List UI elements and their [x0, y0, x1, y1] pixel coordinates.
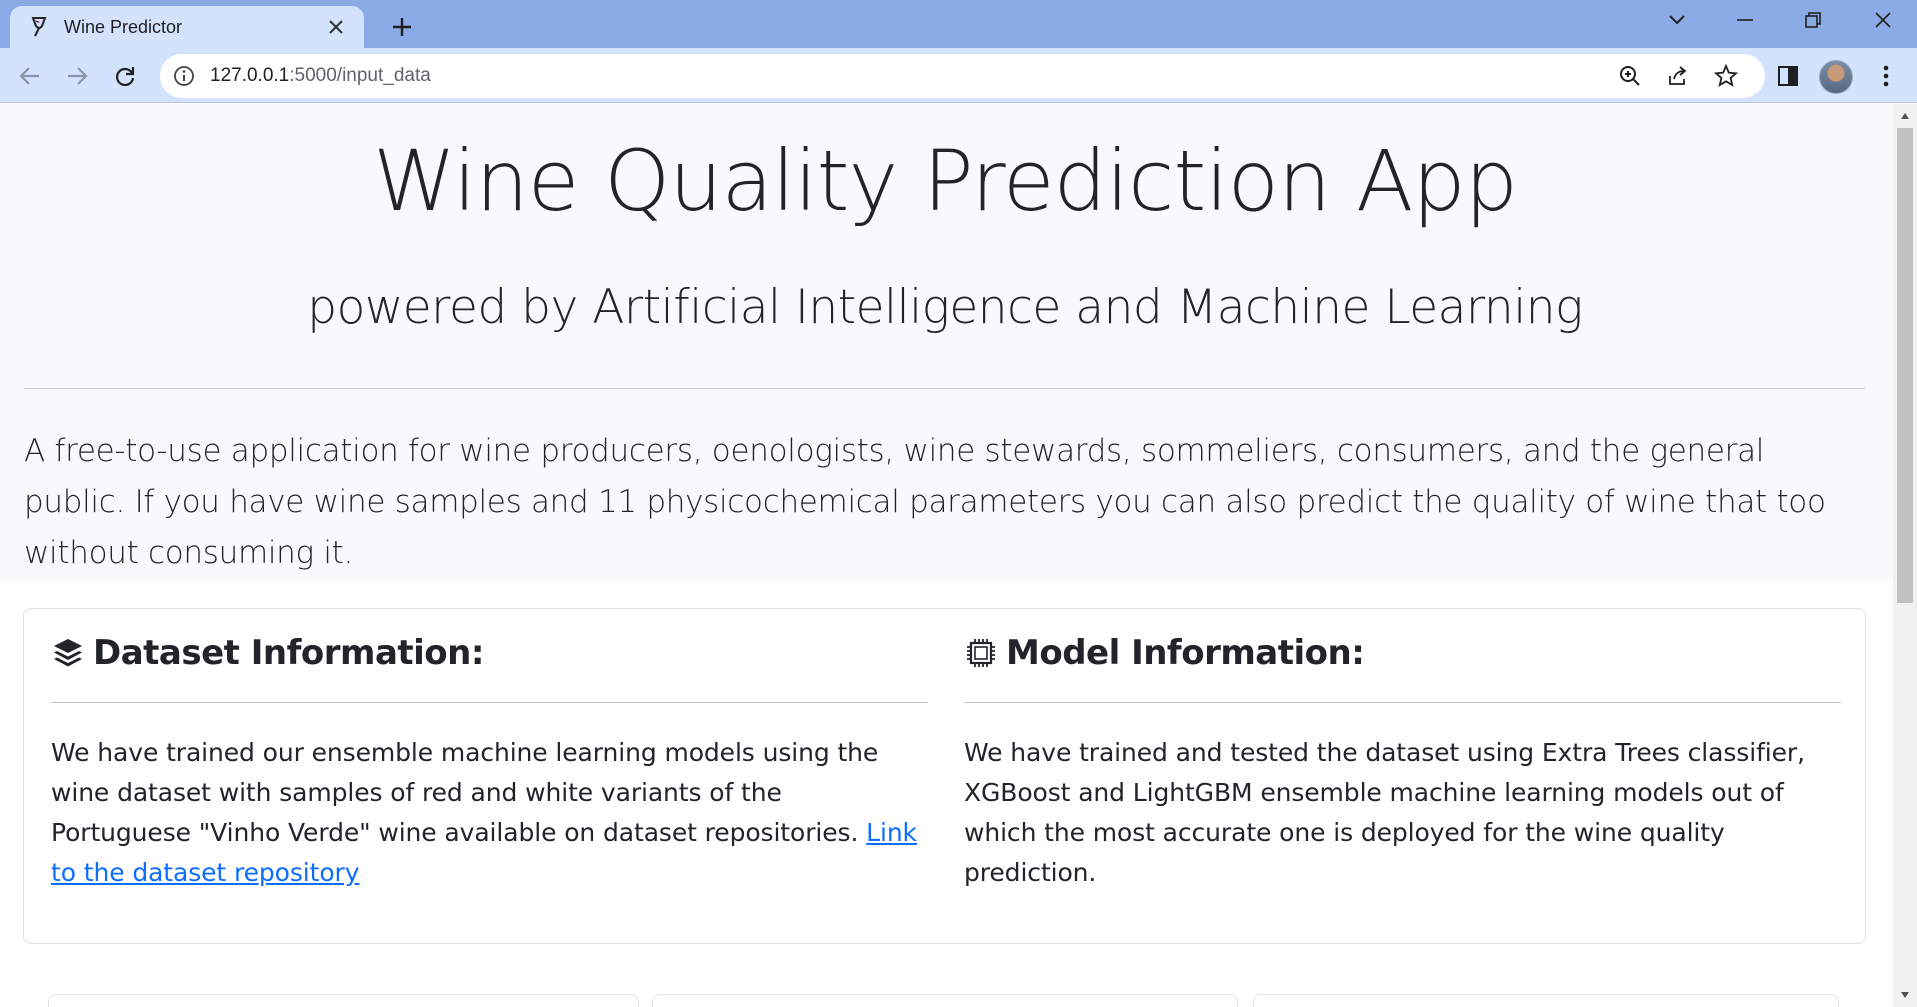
page-subtitle: powered by Artificial Intelligence and M… — [307, 280, 1583, 335]
share-icon[interactable] — [1664, 62, 1692, 90]
url-path: :5000/input_data — [289, 65, 431, 86]
back-arrow-icon[interactable] — [12, 58, 48, 94]
dataset-info-header: Dataset Information: — [51, 633, 484, 673]
minimize-window-icon[interactable] — [1720, 0, 1770, 40]
model-info-header: Model Information: — [964, 633, 1365, 673]
browser-tab-strip: Wine Predictor — [0, 0, 1917, 48]
url-text[interactable]: 127.0.0.1:5000/input_data — [210, 65, 431, 87]
bookmark-star-icon[interactable] — [1712, 62, 1740, 90]
scroll-down-arrow-icon[interactable] — [1893, 987, 1917, 1003]
page-viewport: Wine Quality Prediction App powered by A… — [0, 104, 1893, 1007]
page-title: Wine Quality Prediction App — [372, 132, 1518, 230]
scrollbar-thumb[interactable] — [1897, 128, 1913, 603]
close-window-icon[interactable] — [1858, 0, 1908, 40]
layers-icon — [51, 636, 85, 670]
input-card-2 — [652, 994, 1238, 1007]
close-tab-icon[interactable] — [322, 13, 350, 41]
tab-search-chevron-down-icon[interactable] — [1652, 0, 1702, 40]
dataset-info-text: We have trained our ensemble machine lea… — [51, 733, 928, 893]
forward-arrow-icon[interactable] — [59, 58, 95, 94]
side-panel-icon[interactable] — [1770, 58, 1806, 94]
cpu-chip-icon — [964, 636, 998, 670]
profile-avatar[interactable] — [1819, 60, 1853, 94]
address-bar[interactable]: 127.0.0.1:5000/input_data — [160, 54, 1765, 98]
model-info-body: We have trained and tested the dataset u… — [964, 738, 1805, 887]
info-card: Dataset Information: We have trained our… — [23, 608, 1866, 944]
model-info-column: Model Information: We have trained and t… — [964, 609, 1841, 943]
new-tab-plus-icon[interactable] — [384, 9, 420, 45]
browser-toolbar: 127.0.0.1:5000/input_data — [0, 48, 1917, 103]
url-host: 127.0.0.1 — [210, 65, 290, 86]
site-info-icon[interactable] — [172, 64, 196, 88]
model-info-divider — [964, 702, 1841, 703]
hero-divider — [24, 388, 1865, 389]
more-options-kebab-icon[interactable] — [1868, 58, 1904, 94]
browser-tab[interactable]: Wine Predictor — [10, 6, 364, 48]
wine-glass-favicon-icon — [26, 14, 52, 40]
dataset-info-column: Dataset Information: We have trained our… — [51, 609, 928, 943]
scroll-up-arrow-icon[interactable] — [1893, 108, 1917, 124]
dataset-info-body: We have trained our ensemble machine lea… — [51, 738, 879, 847]
restore-window-icon[interactable] — [1788, 0, 1838, 40]
zoom-icon[interactable] — [1616, 62, 1644, 90]
page-scrollbar[interactable] — [1893, 104, 1917, 1007]
hero-section: Wine Quality Prediction App powered by A… — [0, 104, 1893, 580]
reload-icon[interactable] — [107, 58, 143, 94]
input-card-3 — [1253, 994, 1839, 1007]
model-info-heading: Model Information: — [1006, 633, 1365, 673]
dataset-info-divider — [51, 702, 928, 703]
tab-title: Wine Predictor — [64, 16, 183, 37]
hero-description: A free-to-use application for wine produ… — [24, 433, 1826, 571]
input-card-1 — [48, 994, 639, 1007]
dataset-info-heading: Dataset Information: — [93, 633, 484, 673]
